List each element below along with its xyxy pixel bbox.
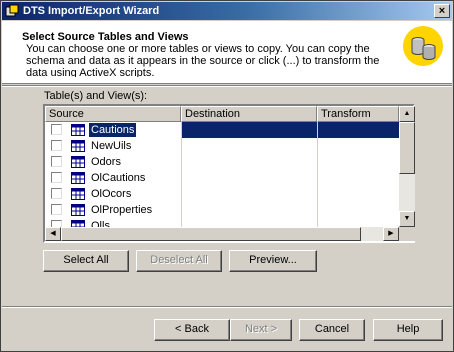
row-transform-cell[interactable] (317, 218, 399, 227)
close-button[interactable]: × (434, 4, 450, 18)
row-checkbox[interactable] (51, 204, 62, 215)
row-destination-cell[interactable] (181, 218, 317, 227)
table-row[interactable]: OlProperties (45, 202, 399, 218)
row-checkbox[interactable] (51, 188, 62, 199)
grid-body: Source Destination Transform Cautions Ne… (45, 106, 399, 227)
dts-app-icon (5, 4, 19, 17)
cancel-button[interactable]: Cancel (299, 319, 365, 341)
table-icon (71, 156, 85, 168)
row-destination-cell[interactable] (181, 186, 317, 202)
scrollbar-corner (399, 227, 415, 241)
column-header-source[interactable]: Source (45, 106, 181, 122)
vertical-scroll-thumb[interactable] (399, 122, 415, 174)
row-source-name: NewUils (91, 140, 132, 152)
table-icon (71, 140, 85, 152)
table-icon (71, 188, 85, 200)
row-checkbox[interactable] (51, 220, 62, 227)
table-row[interactable]: OlCautions (45, 170, 399, 186)
horizontal-scroll-thumb[interactable] (61, 227, 361, 241)
table-icon (71, 220, 85, 227)
header-separator (2, 85, 452, 87)
scroll-up-arrow-icon[interactable]: ▲ (399, 106, 415, 122)
deselect-all-button[interactable]: Deselect All (136, 250, 222, 272)
scroll-right-arrow-icon[interactable]: ▶ (383, 227, 399, 241)
row-source-name: Cautions (89, 123, 137, 137)
row-destination-cell[interactable] (181, 154, 317, 170)
row-source-name: Odors (91, 156, 121, 168)
table-row[interactable]: Olls (45, 218, 399, 227)
row-destination-cell[interactable] (181, 170, 317, 186)
column-header-destination[interactable]: Destination (181, 106, 317, 122)
back-button[interactable]: < Back (154, 319, 230, 341)
row-destination-cell[interactable] (181, 138, 317, 154)
row-checkbox[interactable] (51, 172, 62, 183)
table-row[interactable]: Odors (45, 154, 399, 170)
row-source-name: OlProperties (91, 204, 153, 216)
row-checkbox[interactable] (51, 156, 62, 167)
wizard-window: DTS Import/Export Wizard × Select Source… (0, 0, 454, 352)
scroll-left-arrow-icon[interactable]: ◀ (45, 227, 61, 241)
preview-button[interactable]: Preview... (229, 250, 317, 272)
grid-label: Table(s) and View(s): (44, 90, 148, 102)
scroll-down-arrow-icon[interactable]: ▼ (399, 211, 415, 227)
row-transform-cell[interactable] (317, 154, 399, 170)
row-transform-cell[interactable] (317, 138, 399, 154)
next-button[interactable]: Next > (230, 319, 292, 341)
row-transform-cell[interactable] (317, 202, 399, 218)
row-transform-cell[interactable] (317, 122, 399, 138)
table-row[interactable]: OlOcors (45, 186, 399, 202)
help-button[interactable]: Help (373, 319, 443, 341)
vertical-scrollbar[interactable]: ▲ ▼ (399, 106, 415, 227)
row-source-name: OlCautions (91, 172, 146, 184)
table-icon (71, 204, 85, 216)
window-title: DTS Import/Export Wizard (23, 5, 160, 17)
row-destination-cell[interactable] (181, 202, 317, 218)
row-transform-cell[interactable] (317, 186, 399, 202)
tables-grid[interactable]: Source Destination Transform Cautions Ne… (43, 104, 415, 243)
horizontal-scrollbar[interactable]: ◀ ▶ (45, 227, 399, 241)
table-row[interactable]: Cautions (45, 122, 399, 138)
row-destination-cell[interactable] (181, 122, 317, 138)
title-bar[interactable]: DTS Import/Export Wizard × (2, 2, 452, 20)
page-description: You can choose one or more tables or vie… (26, 43, 380, 77)
footer-separator (2, 306, 452, 308)
row-checkbox[interactable] (51, 140, 62, 151)
page-title: Select Source Tables and Views (22, 31, 189, 43)
column-header-transform[interactable]: Transform (317, 106, 399, 122)
table-row[interactable]: NewUils (45, 138, 399, 154)
select-all-button[interactable]: Select All (43, 250, 129, 272)
row-transform-cell[interactable] (317, 170, 399, 186)
wizard-header: Select Source Tables and Views You can c… (2, 21, 452, 84)
row-checkbox[interactable] (51, 124, 62, 135)
table-icon (71, 172, 85, 184)
database-cylinders-icon (403, 26, 443, 66)
table-icon (71, 124, 85, 136)
row-source-name: Olls (91, 220, 110, 227)
row-source-name: OlOcors (91, 188, 132, 200)
